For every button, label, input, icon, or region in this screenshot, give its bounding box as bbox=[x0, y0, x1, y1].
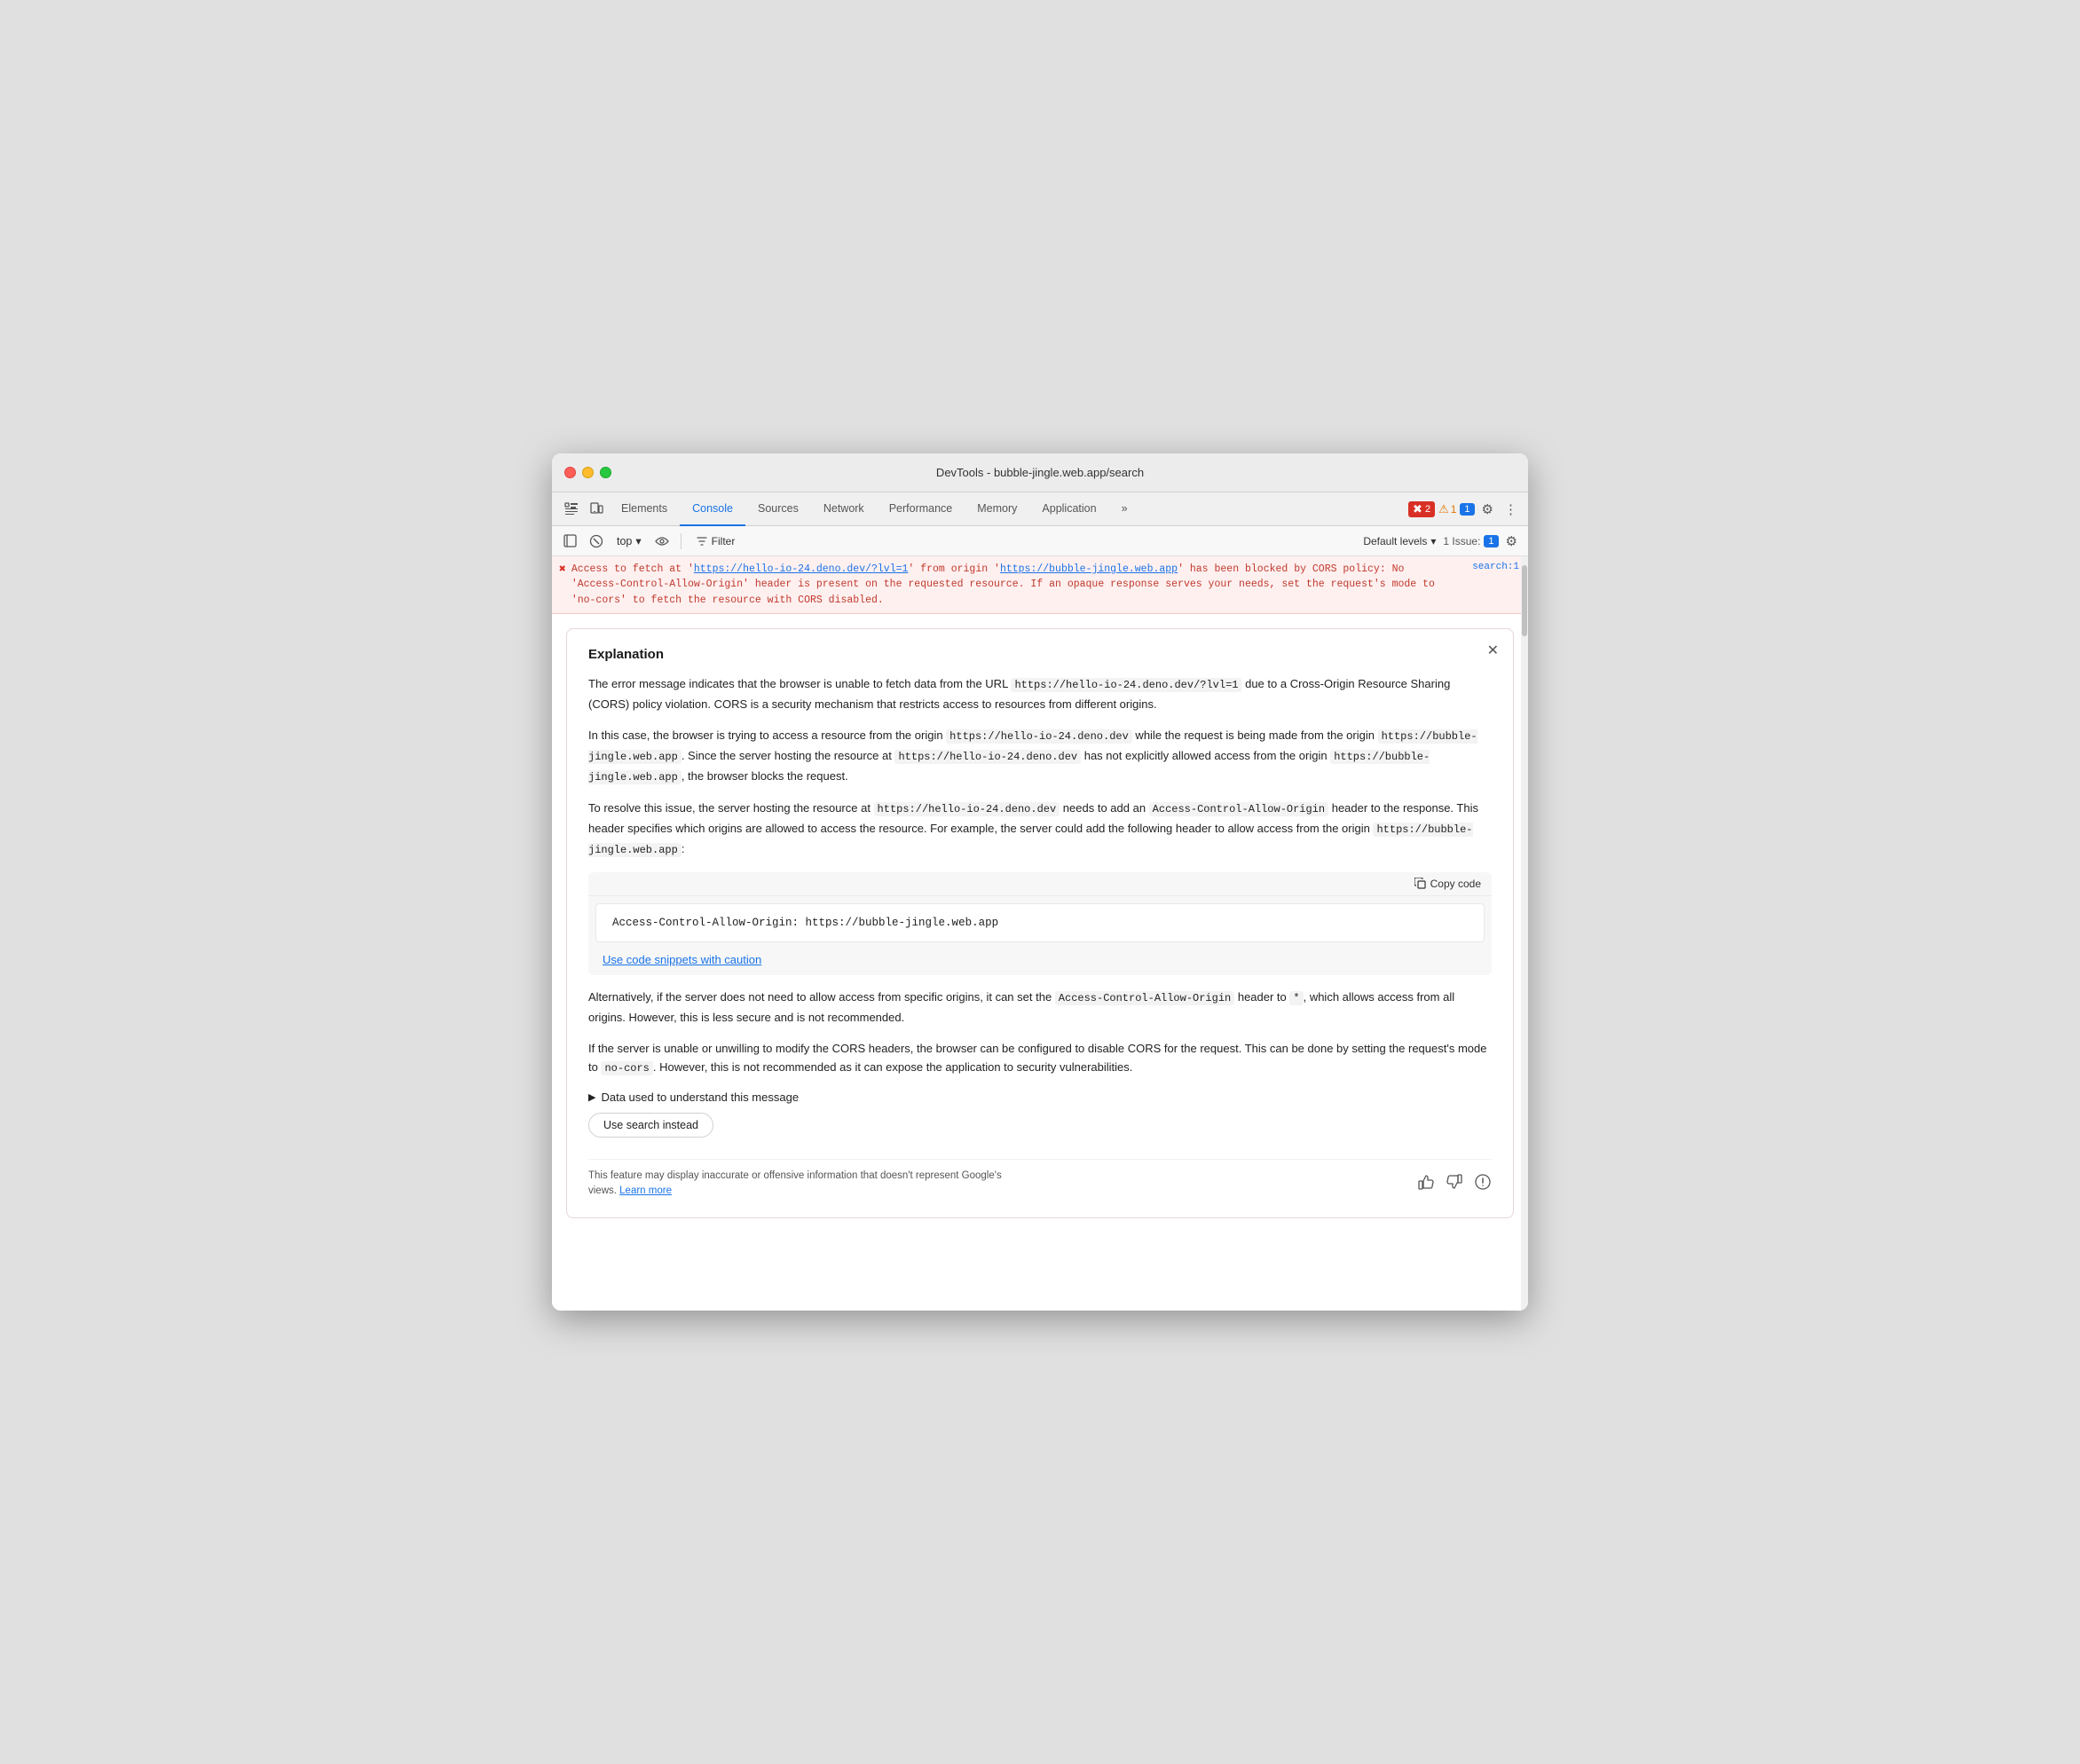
error-url2[interactable]: https://bubble-jingle.web.app bbox=[1000, 563, 1178, 575]
issues-count: 1 Issue: 1 bbox=[1443, 535, 1498, 547]
toggle-sidebar-button[interactable] bbox=[559, 532, 581, 550]
tab-sources[interactable]: Sources bbox=[745, 492, 811, 526]
thumbs-down-button[interactable] bbox=[1446, 1173, 1463, 1195]
minimize-button[interactable] bbox=[582, 467, 594, 478]
titlebar: DevTools - bubble-jingle.web.app/search bbox=[552, 453, 1528, 492]
thumbs-up-button[interactable] bbox=[1417, 1173, 1435, 1195]
console-settings-button[interactable]: ⚙ bbox=[1502, 530, 1521, 553]
window-title: DevTools - bubble-jingle.web.app/search bbox=[936, 466, 1144, 479]
feedback-buttons bbox=[1417, 1173, 1492, 1195]
tab-elements[interactable]: Elements bbox=[609, 492, 680, 526]
data-used-toggle[interactable]: ▶ Data used to understand this message bbox=[588, 1091, 1492, 1104]
caution-link[interactable]: Use code snippets with caution bbox=[603, 953, 761, 966]
explanation-para1: The error message indicates that the bro… bbox=[588, 674, 1492, 713]
badge-group: ✖ 2 ⚠ 1 1 ⚙ ⋮ bbox=[1408, 498, 1521, 521]
warning-badge[interactable]: ⚠ 1 bbox=[1438, 502, 1456, 516]
console-content: ✖ Access to fetch at 'https://hello-io-2… bbox=[552, 556, 1528, 1311]
disclaimer-row: This feature may display inaccurate or o… bbox=[588, 1159, 1492, 1200]
chevron-down-icon: ▾ bbox=[1430, 535, 1436, 547]
tab-memory[interactable]: Memory bbox=[965, 492, 1029, 526]
scrollbar-track[interactable] bbox=[1521, 556, 1528, 1311]
devtools-tabs: Elements Console Sources Network Perform… bbox=[552, 492, 1528, 526]
issue-badge[interactable]: 1 bbox=[1460, 503, 1474, 516]
copy-code-button[interactable]: Copy code bbox=[1414, 878, 1481, 890]
arrow-right-icon: ▶ bbox=[588, 1091, 595, 1103]
error-source-link[interactable]: search:1 bbox=[1454, 562, 1519, 572]
explanation-para3: To resolve this issue, the server hostin… bbox=[588, 799, 1492, 859]
more-options-button[interactable]: ⋮ bbox=[1501, 498, 1521, 521]
code-block-toolbar: Copy code bbox=[588, 872, 1492, 896]
maximize-button[interactable] bbox=[600, 467, 611, 478]
use-search-instead-button[interactable]: Use search instead bbox=[588, 1113, 713, 1138]
scrollbar-thumb[interactable] bbox=[1522, 565, 1527, 636]
clear-console-button[interactable] bbox=[585, 532, 608, 551]
explanation-para4: Alternatively, if the server does not ne… bbox=[588, 988, 1492, 1027]
error-url1[interactable]: https://hello-io-24.deno.dev/?lvl=1 bbox=[694, 563, 909, 575]
learn-more-link[interactable]: Learn more bbox=[619, 1185, 672, 1196]
tab-application[interactable]: Application bbox=[1029, 492, 1108, 526]
explanation-panel: Explanation ✕ The error message indicate… bbox=[566, 628, 1514, 1218]
close-explanation-button[interactable]: ✕ bbox=[1487, 642, 1499, 659]
tab-more[interactable]: » bbox=[1109, 492, 1140, 526]
explanation-para2: In this case, the browser is trying to a… bbox=[588, 726, 1492, 786]
error-message: Access to fetch at 'https://hello-io-24.… bbox=[571, 562, 1449, 608]
close-button[interactable] bbox=[564, 467, 576, 478]
code-snippet: Access-Control-Allow-Origin: https://bub… bbox=[595, 903, 1485, 942]
filter-button[interactable]: Filter bbox=[689, 532, 744, 550]
explanation-title: Explanation bbox=[588, 647, 1492, 662]
traffic-lights bbox=[564, 467, 611, 478]
tab-performance[interactable]: Performance bbox=[877, 492, 965, 526]
code-block-container: Copy code Access-Control-Allow-Origin: h… bbox=[588, 872, 1492, 975]
context-selector[interactable]: top ▾ bbox=[611, 532, 647, 549]
error-icon: ✖ bbox=[559, 563, 566, 576]
chevron-down-icon: ▾ bbox=[635, 534, 641, 547]
settings-button[interactable]: ⚙ bbox=[1478, 498, 1497, 521]
report-button[interactable] bbox=[1474, 1173, 1492, 1195]
error-row: ✖ Access to fetch at 'https://hello-io-2… bbox=[552, 556, 1528, 614]
inspect-element-button[interactable] bbox=[559, 499, 584, 520]
tab-network[interactable]: Network bbox=[811, 492, 877, 526]
disclaimer-text: This feature may display inaccurate or o… bbox=[588, 1169, 1032, 1200]
console-toolbar: top ▾ Filter Default levels ▾ 1 Issue: 1… bbox=[552, 526, 1528, 556]
eye-button[interactable] bbox=[650, 532, 674, 551]
tab-console[interactable]: Console bbox=[680, 492, 745, 526]
log-levels-select[interactable]: Default levels ▾ bbox=[1359, 533, 1439, 549]
explanation-para5: If the server is unable or unwilling to … bbox=[588, 1039, 1492, 1078]
device-toolbar-button[interactable] bbox=[584, 499, 609, 520]
error-badge[interactable]: ✖ 2 bbox=[1408, 501, 1435, 517]
